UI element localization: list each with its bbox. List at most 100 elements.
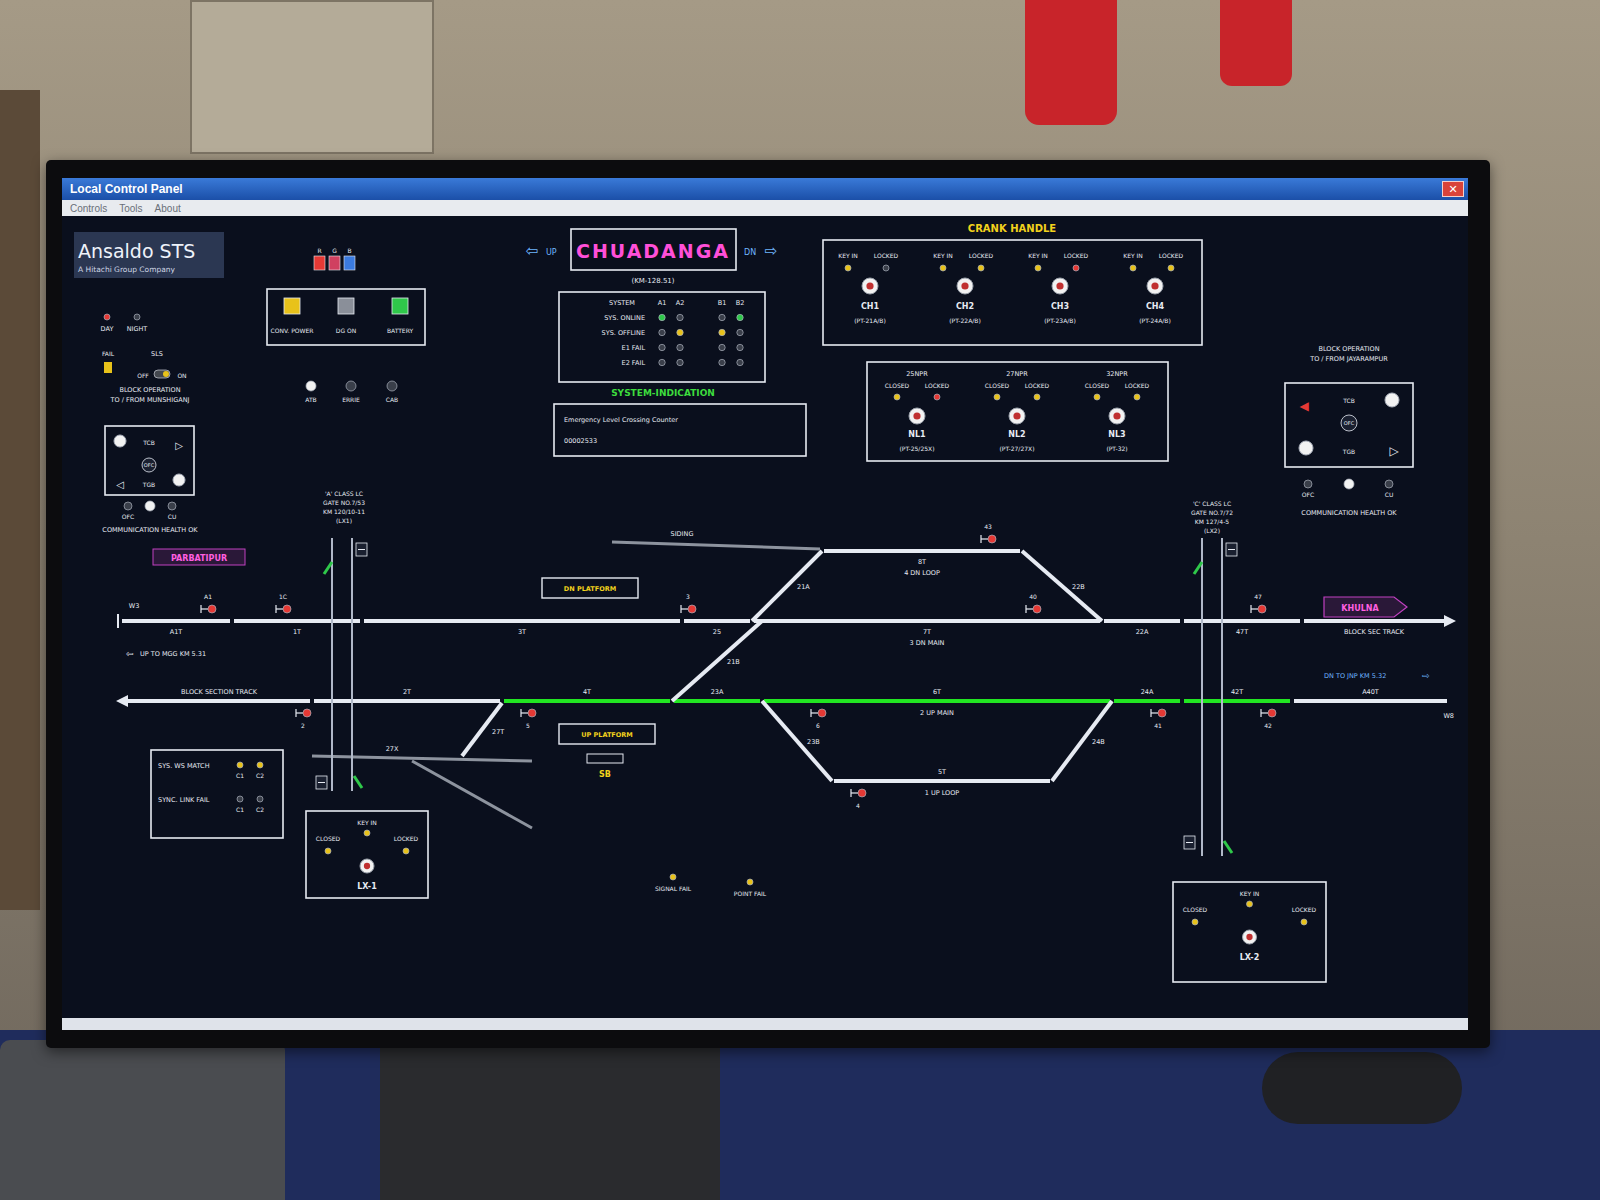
signal[interactable] [681,605,696,613]
track-section[interactable] [122,619,230,623]
track-diagram-canvas: Ansaldo STSA Hitachi Group CompanyRGBDAY… [62,216,1468,1018]
sync-lamp [257,796,263,802]
label: NL2 [1008,430,1025,439]
signal[interactable] [981,535,996,543]
signal[interactable] [521,709,536,717]
signal[interactable] [276,605,291,613]
locked-lamp [1073,265,1079,271]
menu-item[interactable]: Tools [119,203,142,214]
label: 42 [1264,722,1272,729]
npr-knob[interactable] [909,408,925,424]
sls-switch[interactable] [154,370,170,378]
track-section[interactable] [824,549,1020,553]
crank-handle-knob[interactable] [957,278,973,294]
close-button[interactable]: ✕ [1442,181,1464,197]
signal[interactable] [1251,605,1266,613]
track-section[interactable] [314,699,500,703]
label: KM 127/4-5 [1195,518,1229,525]
track-section[interactable] [764,699,1110,703]
incoming-arrow-icon: ◀ [1299,399,1309,413]
lc-gate-icon [1184,836,1195,849]
label: CLOSED [885,382,910,389]
label: NL3 [1108,430,1125,439]
siding-track[interactable] [312,756,532,761]
label: CH2 [956,302,974,311]
npr-knob[interactable] [1009,408,1025,424]
signal[interactable] [1151,709,1166,717]
label: (PT-23A/B) [1044,317,1075,324]
track-section[interactable] [762,701,832,781]
label: 3 DN MAIN [910,639,945,647]
label: DAY [101,325,114,333]
block-button[interactable] [1385,393,1399,407]
closed-lamp [994,394,1000,400]
label: BLOCK OPERATION [119,386,180,394]
track-section[interactable] [672,621,762,701]
crank-handle-knob[interactable] [862,278,878,294]
system-lamp [737,329,743,335]
menu-item[interactable]: Controls [70,203,107,214]
lx-knob[interactable] [360,859,374,873]
signal-base [980,535,981,543]
block-button[interactable] [114,435,126,447]
track-section[interactable] [674,699,760,703]
track-section[interactable] [752,551,822,621]
label: ERRIE [342,396,360,403]
signal[interactable] [201,605,216,613]
crank-handle-knob-ring [1147,278,1163,294]
menu-item[interactable]: About [155,203,181,214]
label: (KM-128.51) [631,277,674,285]
block-operation-box [1285,383,1413,467]
track-section[interactable] [1114,699,1180,703]
track-section[interactable] [364,619,680,623]
label: B2 [736,299,745,307]
lx-knob[interactable] [1243,930,1257,944]
locked-lamp [1034,394,1040,400]
label: CU [1385,491,1394,498]
block-button[interactable] [173,474,185,486]
track-section[interactable] [1304,619,1444,623]
track-section[interactable] [1052,701,1112,781]
track-section[interactable] [834,779,1050,783]
track-section[interactable] [684,619,750,623]
track-section[interactable] [1104,619,1180,623]
health-lamp [168,502,176,510]
signal[interactable] [811,709,826,717]
system-lamp [719,329,725,335]
system-lamp [737,359,743,365]
color-mode-button[interactable] [329,256,340,270]
label: KEY IN [1123,252,1143,259]
track-section[interactable] [128,699,310,703]
signal[interactable] [296,709,311,717]
label: 22B [1072,583,1085,591]
ofc-button[interactable] [142,458,156,472]
label: ON [177,372,186,379]
signal[interactable] [851,789,866,797]
track-section[interactable] [234,619,360,623]
npr-knob-center [913,412,920,419]
color-mode-button[interactable] [314,256,325,270]
signal[interactable] [1261,709,1276,717]
track-section[interactable] [1022,551,1102,621]
color-mode-button[interactable] [344,256,355,270]
label: KM 120/10-11 [323,508,365,515]
block-button[interactable] [1299,441,1313,455]
lc-gate-icon [316,776,327,789]
label: PARBATIPUR [171,554,227,563]
sls-switch-knob [163,371,169,377]
crank-handle-knob[interactable] [1147,278,1163,294]
track-section[interactable] [504,699,670,703]
label: LOCKED [1292,906,1317,913]
signal[interactable] [1026,605,1041,613]
siding-track[interactable] [412,761,532,828]
ofc-button[interactable] [1341,415,1357,431]
track-section[interactable] [1294,699,1447,703]
track-section[interactable] [1184,699,1290,703]
siding-track[interactable] [612,542,820,549]
track-section[interactable] [754,619,1100,623]
npr-knob[interactable] [1109,408,1125,424]
block-operation-box [105,426,194,495]
label: W3 [129,602,140,610]
label: 24A [1141,688,1154,696]
crank-handle-knob[interactable] [1052,278,1068,294]
